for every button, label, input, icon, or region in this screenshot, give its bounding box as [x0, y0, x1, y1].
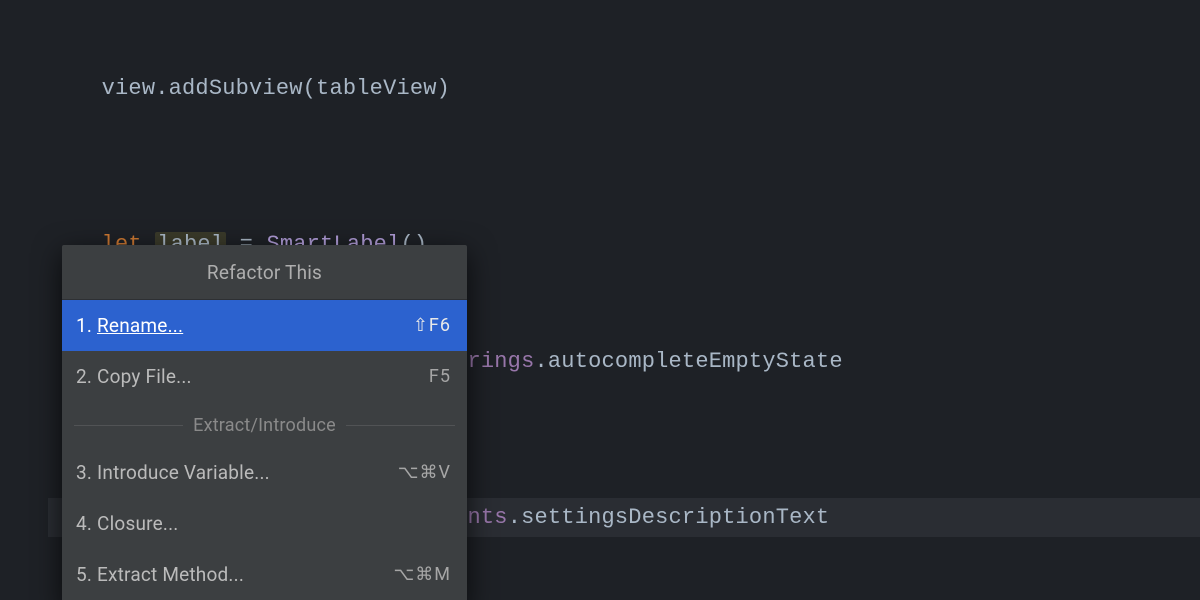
popup-item-introduce-variable[interactable]: 3. Introduce Variable... ⌥⌘V [62, 447, 467, 498]
popup-item-copy-file[interactable]: 2. Copy File... F5 [62, 351, 467, 402]
divider [74, 425, 183, 426]
refactor-popup: Refactor This 1. Rename... ⇧F6 2. Copy F… [62, 245, 467, 600]
token-text: .settingsDescriptionText [508, 505, 830, 530]
popup-item-shortcut: ⌥⌘V [398, 453, 451, 492]
token-ident: view [102, 76, 156, 101]
token-method: addSubview [169, 76, 303, 101]
popup-item-label: 4. Closure... [76, 504, 179, 543]
popup-item-shortcut: F5 [429, 357, 451, 396]
popup-item-label: 1. Rename... [76, 306, 183, 345]
popup-item-rename[interactable]: 1. Rename... ⇧F6 [62, 300, 467, 351]
popup-section-header: Extract/Introduce [62, 402, 467, 447]
popup-item-label: 2. Copy File... [76, 357, 192, 396]
popup-section-label: Extract/Introduce [193, 406, 336, 445]
divider [346, 425, 455, 426]
code-line-blank [48, 147, 1200, 186]
popup-title: Refactor This [62, 245, 467, 300]
popup-item-closure[interactable]: 4. Closure... [62, 498, 467, 549]
code-editor[interactable]: view.addSubview(tableView) let label = S… [0, 0, 1200, 600]
token-dot: . [155, 76, 168, 101]
popup-item-label: 3. Introduce Variable... [76, 453, 270, 492]
code-line: view.addSubview(tableView) [48, 30, 1200, 147]
popup-item-shortcut: ⌥⌘M [394, 555, 451, 594]
popup-item-label: 5. Extract Method... [76, 555, 244, 594]
token-tail: (tableView) [303, 76, 450, 101]
popup-item-extract-method[interactable]: 5. Extract Method... ⌥⌘M [62, 549, 467, 600]
token-text: .autocompleteEmptyState [535, 349, 843, 374]
popup-item-shortcut: ⇧F6 [413, 306, 451, 345]
